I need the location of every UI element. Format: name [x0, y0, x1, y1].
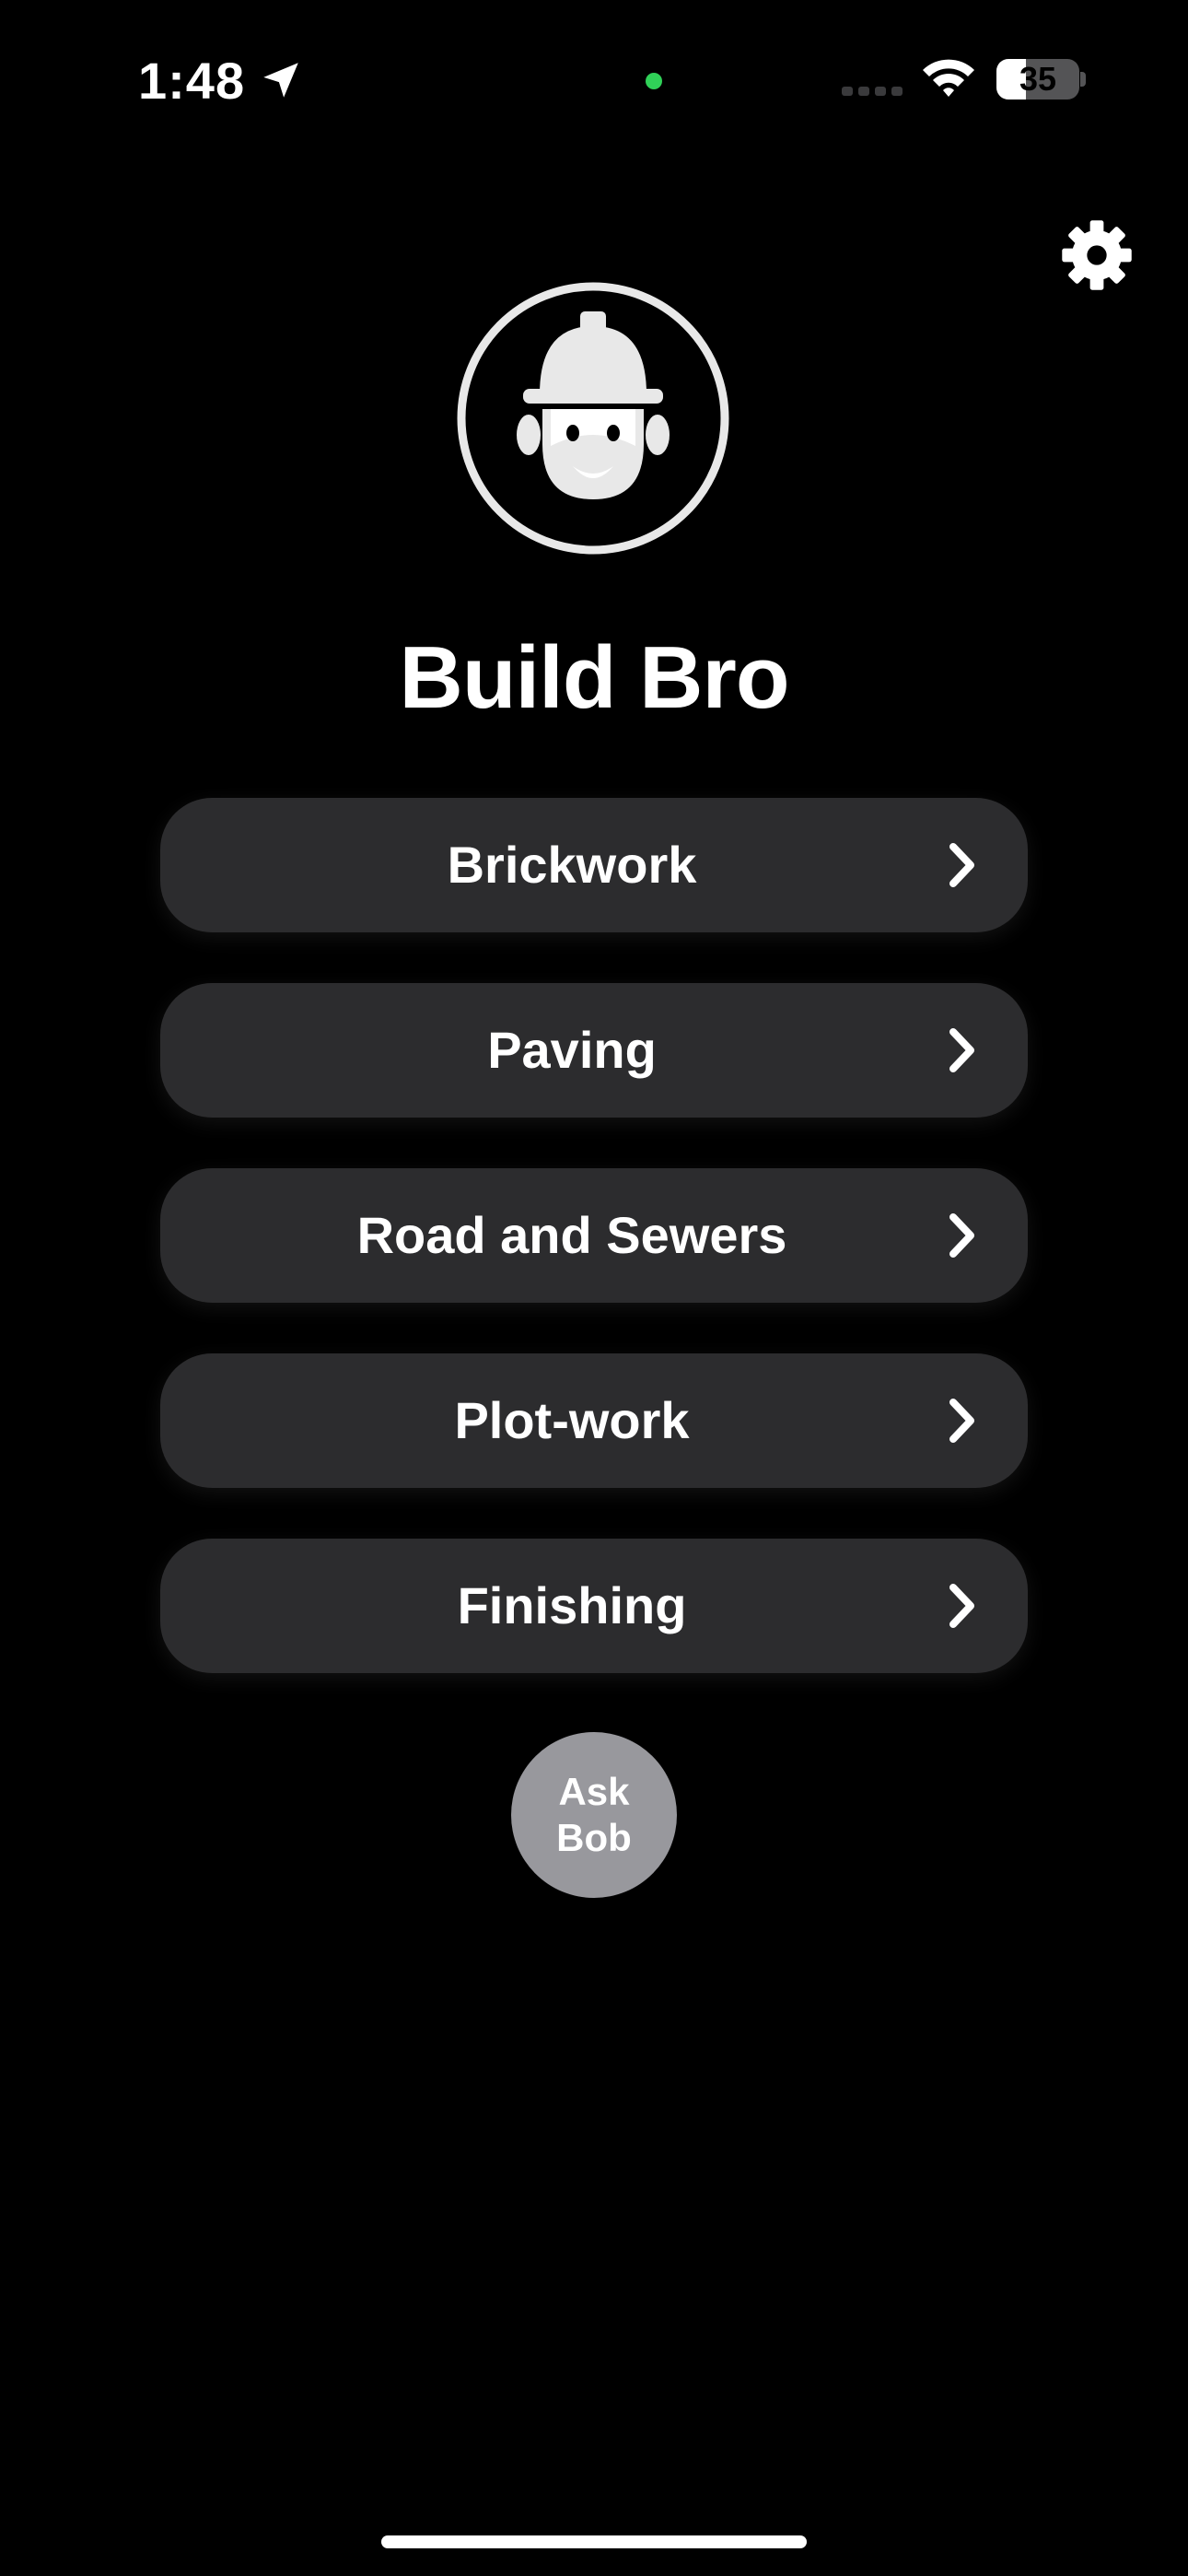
app-title: Build Bro: [399, 628, 790, 727]
camera-indicator-dot: [646, 73, 662, 89]
finishing-button[interactable]: Finishing: [160, 1539, 1028, 1673]
wifi-icon: [923, 59, 974, 97]
construction-worker-icon: [457, 282, 729, 555]
menu-item-label: Paving: [487, 1021, 657, 1079]
battery-cap: [1080, 72, 1086, 87]
chevron-right-icon: [949, 1584, 974, 1628]
menu-item-label: Road and Sewers: [356, 1206, 787, 1264]
menu-item-label: Plot-work: [454, 1391, 690, 1449]
battery-icon: 35: [996, 59, 1079, 100]
ask-bob-button[interactable]: Ask Bob: [511, 1732, 677, 1898]
battery-level: 35: [1019, 60, 1057, 98]
paving-button[interactable]: Paving: [160, 983, 1028, 1118]
road-and-sewers-button[interactable]: Road and Sewers: [160, 1168, 1028, 1303]
brickwork-button[interactable]: Brickwork: [160, 798, 1028, 932]
chevron-right-icon: [949, 843, 974, 887]
chevron-right-icon: [949, 1399, 974, 1443]
ask-bob-label: Ask Bob: [556, 1770, 632, 1859]
location-arrow-icon: [263, 63, 298, 98]
status-time: 1:48: [138, 52, 246, 110]
plot-work-button[interactable]: Plot-work: [160, 1353, 1028, 1488]
menu-item-label: Brickwork: [447, 836, 697, 894]
cellular-signal-icon: [842, 87, 903, 96]
menu-item-label: Finishing: [457, 1576, 687, 1634]
category-menu: Brickwork Paving Road and Sewers Plot-wo…: [160, 798, 1028, 1724]
chevron-right-icon: [949, 1028, 974, 1072]
home-indicator[interactable]: [381, 2535, 807, 2548]
chevron-right-icon: [949, 1213, 974, 1258]
gear-icon[interactable]: [1059, 217, 1135, 293]
